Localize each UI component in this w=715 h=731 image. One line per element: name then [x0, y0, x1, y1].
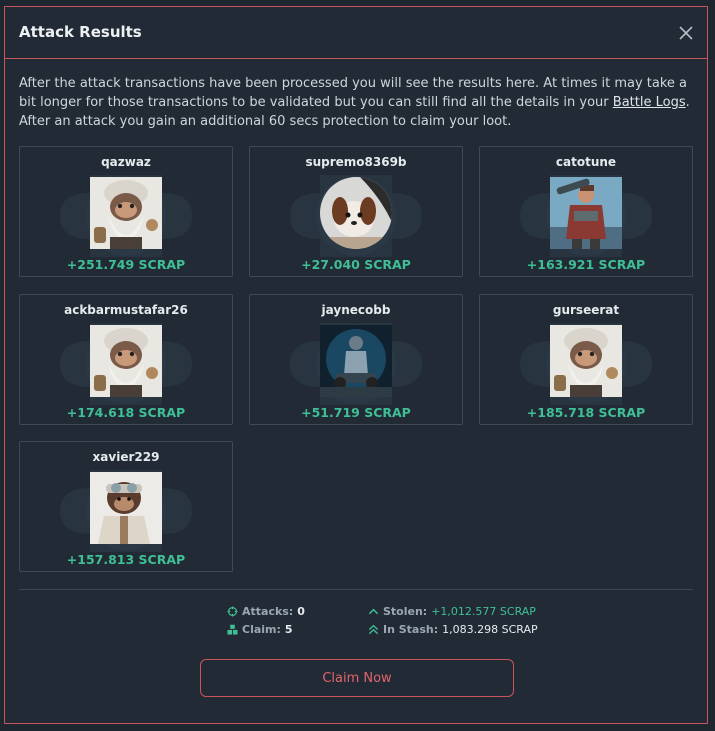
chevron-up-icon: [368, 608, 379, 615]
crosshair-icon: [227, 606, 238, 617]
modal-header: Attack Results: [5, 7, 707, 59]
player-name: ackbarmustafar26: [64, 303, 188, 317]
stash-stat: In Stash: 1,083.298 SCRAP: [368, 623, 538, 636]
result-card: jaynecobb +51.719 SCRAP: [249, 294, 463, 425]
player-avatar: [320, 325, 392, 397]
attack-results-modal: Attack Results After the attack transact…: [4, 6, 708, 724]
player-avatar: [90, 177, 162, 249]
result-card: supremo8369b +27.040 SCRAP: [249, 146, 463, 277]
intro-text: After the attack transactions have been …: [19, 74, 699, 131]
claim-stat: Claim: 5: [227, 623, 293, 636]
player-name: gurseerat: [552, 303, 620, 317]
player-avatar: [90, 472, 162, 544]
stolen-stat: Stolen: +1,012.577 SCRAP: [368, 605, 536, 618]
result-card: xavier229 +157.813 SCRAP: [19, 441, 233, 572]
player-avatar: [550, 325, 622, 397]
result-card: catotune +163.921 SCRAP: [479, 146, 693, 277]
scrap-amount: +251.749 SCRAP: [66, 257, 186, 272]
modal-title: Attack Results: [19, 23, 142, 41]
attacks-value: 0: [297, 605, 305, 618]
close-icon[interactable]: [677, 24, 695, 42]
stolen-value: +1,012.577 SCRAP: [431, 605, 536, 618]
scrap-amount: +163.921 SCRAP: [526, 257, 646, 272]
claim-label: Claim:: [242, 623, 281, 636]
player-name: jaynecobb: [321, 303, 391, 317]
double-chevron-up-icon: [368, 624, 379, 635]
scrap-amount: +27.040 SCRAP: [301, 257, 411, 272]
player-name: supremo8369b: [305, 155, 407, 169]
stash-label: In Stash:: [383, 623, 439, 636]
player-name: qazwaz: [101, 155, 151, 169]
player-name: xavier229: [92, 450, 160, 464]
result-card: qazwaz +251.749 SCRAP: [19, 146, 233, 277]
player-name: catotune: [555, 155, 617, 169]
result-card: gurseerat +185.718 SCRAP: [479, 294, 693, 425]
scrap-amount: +157.813 SCRAP: [66, 552, 186, 567]
attacks-label: Attacks:: [242, 605, 294, 618]
battle-logs-link[interactable]: Battle Logs: [613, 95, 686, 110]
player-avatar: [550, 177, 622, 249]
claim-now-button[interactable]: Claim Now: [200, 659, 514, 697]
stolen-label: Stolen:: [383, 605, 428, 618]
player-avatar: [320, 177, 392, 249]
scrap-amount: +174.618 SCRAP: [66, 405, 186, 420]
player-avatar: [90, 325, 162, 397]
boxes-icon: [227, 624, 238, 635]
claim-value: 5: [284, 623, 293, 636]
result-card: ackbarmustafar26 +174.618 SCRAP: [19, 294, 233, 425]
intro-text-part: After the attack transactions have been …: [19, 76, 688, 110]
scrap-amount: +51.719 SCRAP: [301, 405, 411, 420]
scrap-amount: +185.718 SCRAP: [526, 405, 646, 420]
divider: [19, 589, 693, 590]
attacks-stat: Attacks: 0: [227, 605, 305, 618]
stash-value: 1,083.298 SCRAP: [442, 623, 538, 636]
